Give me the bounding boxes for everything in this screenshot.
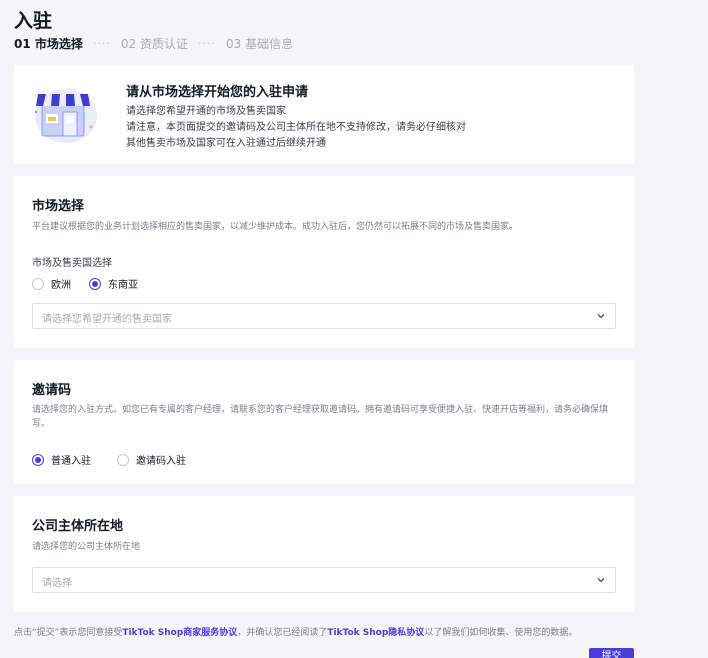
agreement-suffix: 以了解我们如何收集、使用您的数据。 [424,628,578,638]
intro-card: 请从市场选择开始您的入驻申请 请选择您希望开通的市场及售卖国家 请注意，本页面提… [14,65,634,164]
section-title-invite: 邀请码 [32,383,72,398]
section-title-market: 市场选择 [32,199,85,214]
invite-radio-group: 普通入驻 邀请码入驻 [32,452,186,467]
invite-card: 邀请码 请选择您的入驻方式。如您已有专属的客户经理，请联系您的客户经理获取邀请码… [14,360,634,484]
radio-europe[interactable]: 欧洲 [32,276,71,291]
intro-line: 其他售卖市场及国家可在入驻通过后继续开通 [126,138,326,149]
intro-line: 请注意，本页面提交的邀请码及公司主体所在地不支持修改，请务必仔细核对 [126,122,466,133]
intro-line: 请选择您希望开通的市场及售卖国家 [126,106,286,117]
section-title-company: 公司主体所在地 [32,519,124,534]
radio-invite-code-entry[interactable]: 邀请码入驻 [117,452,186,467]
radio-label: 欧洲 [51,280,71,291]
agreement-middle: ，并确认您已经阅读了 [237,628,328,638]
company-location-select[interactable]: 请选择 [32,567,616,593]
company-card: 公司主体所在地 请选择您的公司主体所在地 请选择 [14,496,634,612]
select-placeholder: 请选择 [42,578,72,589]
radio-normal-entry[interactable]: 普通入驻 [32,452,91,467]
section-description-invite: 请选择您的入驻方式。如您已有专属的客户经理，请联系您的客户经理获取邀请码。拥有邀… [32,405,609,429]
market-card: 市场选择 平台建议根据您的业务计划选择相应的售卖国家，以减少维护成本。成功入驻后… [14,176,634,348]
step-separator: ···· [92,37,111,50]
radio-southeast-asia[interactable]: 东南亚 [89,276,138,291]
section-description-company: 请选择您的公司主体所在地 [32,542,141,552]
radio-circle [117,453,129,466]
step-separator: ···· [197,37,216,50]
chevron-down-icon [597,314,605,319]
market-radio-group: 欧洲 东南亚 [32,276,138,291]
agreement-note: 点击“提交”表示您同意接受TikTok Shop商家服务协议，并确认您已经阅读了… [14,625,577,638]
step-basic-info: 03 基础信息 [225,37,294,51]
intro-title: 请从市场选择开始您的入驻申请 [126,85,309,100]
radio-label: 普通入驻 [51,456,91,467]
merchant-agreement-link[interactable]: TikTok Shop商家服务协议 [122,628,237,638]
radio-circle-checked [32,453,44,466]
step-indicator: 01 市场选择 ···· 02 资质认证 ···· 03 基础信息 [14,35,293,52]
storefront-icon [34,89,97,143]
radio-label: 东南亚 [108,280,138,291]
radio-label: 邀请码入驻 [136,456,186,467]
step-market: 01 市场选择 [14,37,83,51]
country-select[interactable]: 请选择您希望开通的售卖国家 [32,303,616,329]
agreement-prefix: 点击“提交”表示您同意接受 [14,628,123,638]
chevron-down-icon [597,578,605,583]
step-qualification: 02 资质认证 [120,37,188,51]
page-title: 入驻 [14,10,53,32]
privacy-policy-link[interactable]: TikTok Shop隐私协议 [327,628,424,638]
radio-circle-checked [89,277,101,290]
field-label-market: 市场及售卖国选择 [32,258,112,269]
section-description-market: 平台建议根据您的业务计划选择相应的售卖国家，以减少维护成本。成功入驻后，您仍然可… [32,222,519,232]
radio-circle [32,277,44,290]
submit-button[interactable]: 提交 [589,648,634,658]
select-placeholder: 请选择您希望开通的售卖国家 [42,314,172,325]
